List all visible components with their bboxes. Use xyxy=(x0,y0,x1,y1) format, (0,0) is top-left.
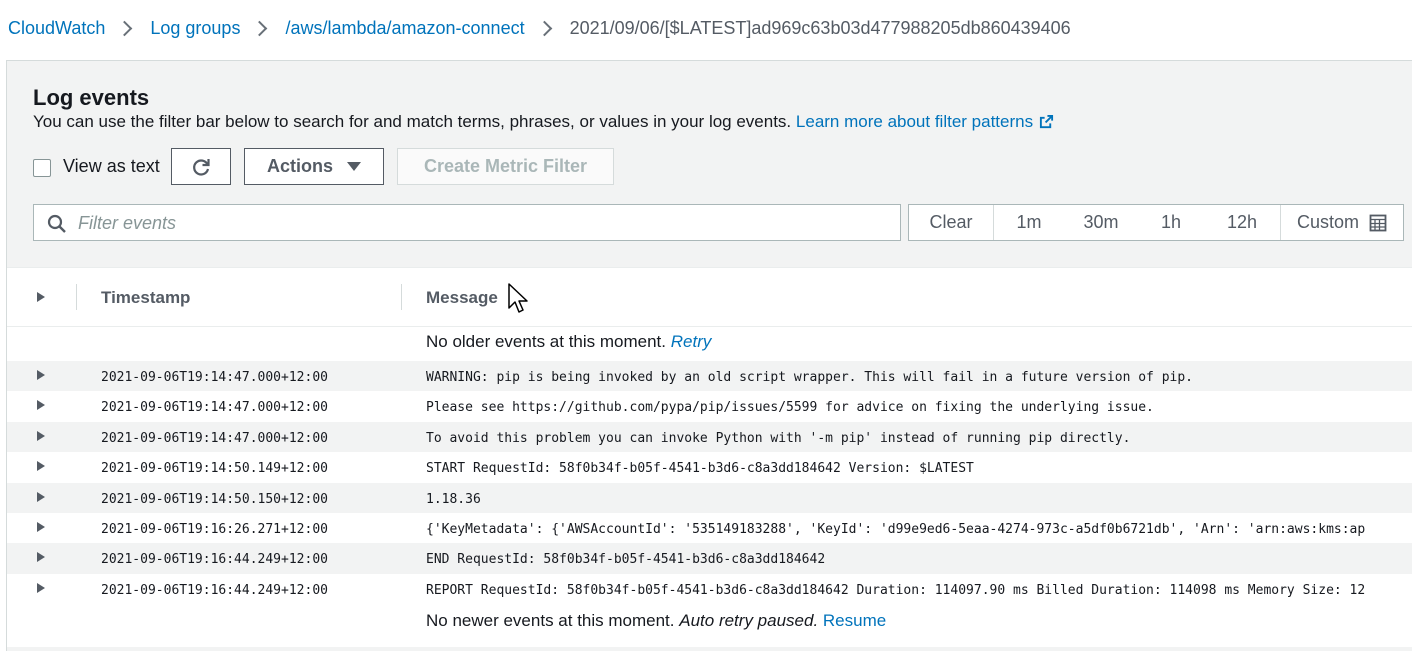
create-metric-filter-button[interactable]: Create Metric Filter xyxy=(397,148,614,185)
row-timestamp: 2021-09-06T19:16:26.271+12:00 xyxy=(101,522,328,537)
older-events-text: No older events at this moment. xyxy=(426,332,667,351)
view-as-text-checkbox[interactable] xyxy=(33,159,51,177)
table-row[interactable]: 2021-09-06T19:14:47.000+12:00 Please see … xyxy=(7,391,1412,421)
expand-all-icon[interactable] xyxy=(37,292,45,302)
panel-description: You can use the filter bar below to sear… xyxy=(33,112,1054,132)
refresh-button[interactable] xyxy=(171,148,231,185)
description-text: You can use the filter bar below to sear… xyxy=(33,112,792,131)
row-message: WARNING: pip is being invoked by an old … xyxy=(426,370,1194,385)
time-30m-button[interactable]: 30m xyxy=(1064,205,1138,240)
column-header-timestamp[interactable]: Timestamp xyxy=(101,288,190,308)
newer-events-text: No newer events at this moment. xyxy=(426,611,675,630)
table-row[interactable]: 2021-09-06T19:14:47.000+12:00 To avoid th… xyxy=(7,421,1412,453)
expand-row-icon[interactable] xyxy=(37,370,45,380)
newer-events-message: No newer events at this moment. Auto ret… xyxy=(426,611,886,631)
row-timestamp: 2021-09-06T19:16:44.249+12:00 xyxy=(101,582,328,598)
chevron-right-icon xyxy=(536,20,552,36)
view-as-text-label: View as text xyxy=(63,156,160,176)
calendar-icon xyxy=(1369,214,1387,231)
time-range-selector: Clear 1m 30m 1h 12h Custom xyxy=(908,204,1404,241)
breadcrumb-current-stream: 2021/09/06/[$LATEST]ad969c63b03d47798820… xyxy=(569,17,1071,38)
column-divider[interactable] xyxy=(401,284,402,310)
row-timestamp: 2021-09-06T19:14:47.000+12:00 xyxy=(101,400,328,416)
log-events-table: Timestamp Message No older events at thi… xyxy=(6,267,1412,647)
learn-more-link[interactable]: Learn more about filter patterns xyxy=(796,112,1054,131)
table-row[interactable]: 2021-09-06T19:16:44.249+12:00 REPORT Requ… xyxy=(7,574,1412,604)
chevron-right-icon xyxy=(252,20,268,36)
mouse-cursor-icon xyxy=(508,283,528,313)
time-1h-button[interactable]: 1h xyxy=(1138,205,1204,240)
clear-time-button[interactable]: Clear xyxy=(909,205,994,240)
table-row[interactable]: 2021-09-06T19:14:50.150+12:00 1.18.36 xyxy=(7,482,1412,513)
table-row[interactable]: 2021-09-06T19:16:26.271+12:00 {'KeyMetada… xyxy=(7,513,1412,543)
breadcrumb-cloudwatch[interactable]: CloudWatch xyxy=(8,18,105,39)
expand-row-icon[interactable] xyxy=(37,522,45,532)
table-header: Timestamp Message xyxy=(7,267,1412,327)
chevron-right-icon xyxy=(117,20,133,36)
row-message: START RequestId: 58f0b34f-b05f-4541-b3d6… xyxy=(426,461,974,477)
resume-link[interactable]: Resume xyxy=(823,611,886,630)
row-message: REPORT RequestId: 58f0b34f-b05f-4541-b3d… xyxy=(426,582,1366,598)
breadcrumb: CloudWatch Log groups /aws/lambda/amazon… xyxy=(8,16,1071,40)
custom-time-button[interactable]: Custom xyxy=(1281,205,1403,240)
row-timestamp: 2021-09-06T19:16:44.249+12:00 xyxy=(101,552,328,568)
row-timestamp: 2021-09-06T19:14:47.000+12:00 xyxy=(101,370,328,385)
row-timestamp: 2021-09-06T19:14:50.150+12:00 xyxy=(101,491,328,507)
row-timestamp: 2021-09-06T19:14:50.149+12:00 xyxy=(101,461,328,477)
filter-events-input[interactable] xyxy=(76,205,880,242)
expand-row-icon[interactable] xyxy=(37,582,45,593)
caret-down-icon xyxy=(347,162,361,171)
table-row[interactable]: 2021-09-06T19:14:47.000+12:00 WARNING: pi… xyxy=(7,361,1412,392)
expand-row-icon[interactable] xyxy=(37,552,45,563)
row-message: 1.18.36 xyxy=(426,491,481,507)
filter-events-field[interactable] xyxy=(33,204,901,242)
learn-more-label: Learn more about filter patterns xyxy=(795,112,1034,131)
older-events-message: No older events at this moment. Retry xyxy=(426,332,711,352)
time-12h-button[interactable]: 12h xyxy=(1204,205,1281,240)
row-message: Please see https://github.com/pypa/pip/i… xyxy=(426,400,1154,416)
actions-dropdown-button[interactable]: Actions xyxy=(244,148,384,185)
breadcrumb-log-group[interactable]: /aws/lambda/amazon-connect xyxy=(285,18,524,39)
expand-row-icon[interactable] xyxy=(37,491,45,502)
column-header-message[interactable]: Message xyxy=(426,288,498,308)
page-title: Log events xyxy=(33,85,150,110)
search-icon xyxy=(47,214,66,233)
newer-events-row: No newer events at this moment. Auto ret… xyxy=(7,606,1412,636)
expand-row-icon[interactable] xyxy=(37,400,45,411)
table-row[interactable]: 2021-09-06T19:16:44.249+12:00 END Request… xyxy=(7,543,1412,574)
older-events-row: No older events at this moment. Retry xyxy=(7,327,1412,357)
actions-label: Actions xyxy=(266,156,333,176)
row-message: To avoid this problem you can invoke Pyt… xyxy=(426,430,1131,446)
retry-link[interactable]: Retry xyxy=(671,332,712,351)
expand-row-icon[interactable] xyxy=(37,430,45,441)
external-link-icon xyxy=(1040,114,1054,129)
breadcrumb-log-groups[interactable]: Log groups xyxy=(150,18,240,39)
row-message: {'KeyMetadata': {'AWSAccountId': '535149… xyxy=(426,522,1366,537)
expand-row-icon[interactable] xyxy=(37,461,45,472)
row-message: END RequestId: 58f0b34f-b05f-4541-b3d6-c… xyxy=(426,552,826,568)
refresh-icon xyxy=(193,158,210,176)
custom-label: Custom xyxy=(1296,212,1359,232)
column-divider xyxy=(76,284,77,310)
time-1m-button[interactable]: 1m xyxy=(994,205,1064,240)
table-row[interactable]: 2021-09-06T19:14:50.149+12:00 START Reque… xyxy=(7,452,1412,482)
row-timestamp: 2021-09-06T19:14:47.000+12:00 xyxy=(101,430,328,446)
auto-retry-paused-text: Auto retry paused. xyxy=(679,611,819,630)
